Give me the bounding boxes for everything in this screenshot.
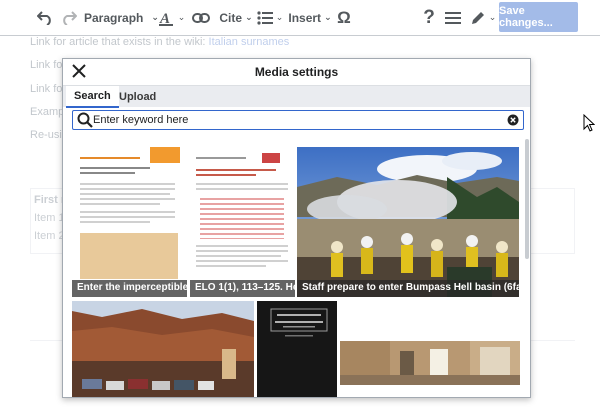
chevron-down-icon: ⌄ [245, 12, 253, 22]
result-caption: Enter the imperceptible -... [72, 280, 187, 297]
chevron-down-icon: ⌄ [324, 12, 332, 22]
document-figure [80, 233, 178, 279]
document-table [200, 195, 284, 239]
media-settings-dialog: Media settings Search Upload Enter keywo… [62, 58, 531, 398]
cite-dropdown[interactable]: Cite ⌄ [216, 0, 256, 36]
search-input[interactable] [93, 112, 493, 128]
omega-icon: Ω [337, 7, 351, 27]
redo-icon [63, 10, 77, 25]
result-tile[interactable] [72, 301, 254, 397]
mouse-cursor-icon [583, 114, 595, 132]
tab-upload[interactable]: Upload [111, 86, 164, 108]
insert-label: Insert [288, 10, 322, 25]
document-logo [150, 147, 180, 163]
document-thumbnail [72, 147, 187, 297]
link-icon [192, 12, 210, 23]
text-style-icon: A [158, 11, 173, 26]
clear-icon[interactable] [507, 114, 519, 126]
dialog-title: Media settings [254, 65, 339, 79]
result-tile[interactable] [257, 301, 337, 397]
redo-button[interactable] [58, 0, 80, 36]
undo-icon [37, 10, 51, 25]
search-field[interactable] [72, 110, 524, 130]
dialog-tabs: Search Upload [63, 85, 530, 108]
photo-thumbnail [72, 301, 254, 397]
photo-thumbnail [340, 301, 520, 397]
undo-button[interactable] [34, 0, 56, 36]
document-thumbnail [190, 147, 295, 297]
link-button[interactable] [190, 0, 212, 36]
result-tile[interactable]: Staff prepare to enter Bumpass Hell basi… [297, 147, 519, 297]
edit-mode-dropdown[interactable]: ⌄ [468, 0, 498, 36]
results-scrollbar[interactable] [525, 139, 529, 259]
result-tile[interactable]: Enter the imperceptible -... [72, 147, 187, 297]
result-tile[interactable] [340, 301, 520, 397]
svg-text:A: A [159, 11, 170, 26]
document-logo [262, 153, 280, 163]
book-cover-thumbnail [257, 301, 337, 397]
help-button[interactable]: ? [420, 0, 438, 36]
save-changes-button[interactable]: Save changes... [499, 2, 578, 32]
photo-thumbnail [297, 147, 519, 297]
search-results: Enter the imperceptible -... ELO 1(1), 1… [63, 137, 530, 397]
chevron-down-icon: ⌄ [177, 12, 186, 22]
editor-toolbar: Paragraph ⌄ A ⌄ Cite ⌄ ⌄ Insert ⌄ Ω ? ⌄ … [0, 0, 600, 36]
dialog-header: Media settings [63, 59, 530, 85]
insert-dropdown[interactable]: Insert ⌄ [288, 0, 332, 36]
paragraph-format-dropdown[interactable]: Paragraph ⌄ [84, 0, 159, 36]
bullet-list-icon [257, 10, 273, 25]
chevron-down-icon: ⌄ [275, 12, 284, 22]
special-character-button[interactable]: Ω [334, 0, 354, 36]
result-caption: ELO 1(1), 113–125. He... [190, 280, 295, 297]
text-style-dropdown[interactable]: A ⌄ [158, 0, 186, 36]
page-options-button[interactable] [444, 0, 462, 36]
cite-label: Cite [219, 10, 243, 25]
chevron-down-icon: ⌄ [488, 12, 497, 22]
search-icon [77, 112, 93, 128]
hamburger-icon [445, 11, 461, 24]
pencil-icon [471, 11, 484, 24]
paragraph-label: Paragraph [84, 10, 144, 25]
result-tile[interactable]: ELO 1(1), 113–125. He... [190, 147, 295, 297]
result-caption: Staff prepare to enter Bumpass Hell basi… [297, 280, 519, 297]
help-icon: ? [423, 6, 435, 28]
list-dropdown[interactable]: ⌄ [254, 0, 286, 36]
